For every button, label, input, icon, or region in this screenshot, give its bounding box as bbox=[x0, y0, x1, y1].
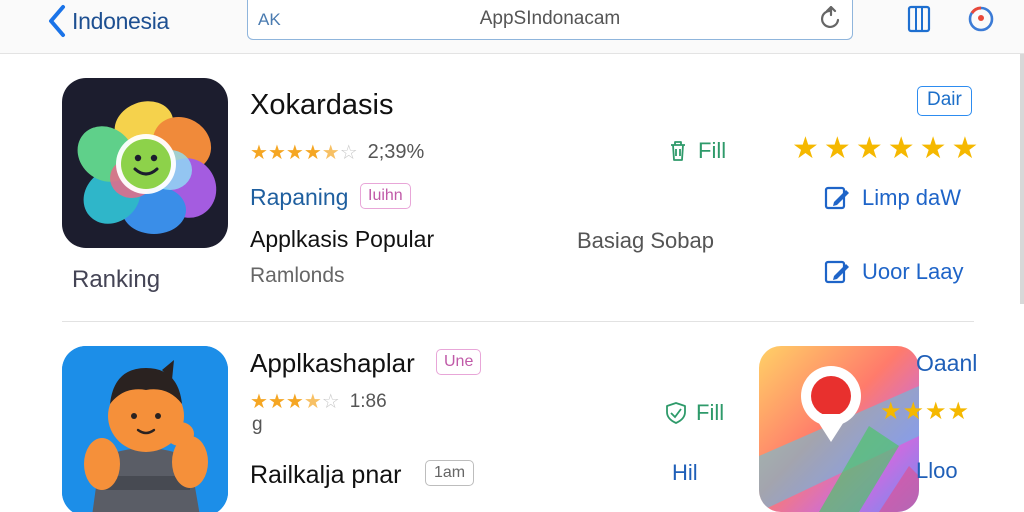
star-icon: ★ bbox=[947, 398, 970, 425]
fill-action-label: Fill bbox=[696, 400, 725, 425]
star-icon: ★ bbox=[887, 132, 915, 165]
chevron-left-icon bbox=[49, 5, 65, 37]
scrollbar[interactable] bbox=[1020, 54, 1024, 304]
link-uoor-label: Uoor Laay bbox=[862, 259, 964, 284]
shield-check-icon bbox=[666, 402, 686, 424]
app-title[interactable]: Applkashaplar bbox=[250, 348, 415, 379]
star-empty-icon: ☆ bbox=[321, 391, 340, 413]
star-empty-icon: ☆ bbox=[339, 141, 358, 164]
star-rating: ★ ★ ★ ★ ★ ☆ 2;39% bbox=[250, 141, 424, 164]
back-button[interactable]: Indonesia bbox=[46, 2, 169, 40]
star-icon: ★ bbox=[303, 141, 322, 164]
app-icon-applkashaplar[interactable] bbox=[62, 346, 228, 512]
trash-icon bbox=[671, 141, 685, 161]
ranking-label: Ranking bbox=[72, 266, 161, 293]
size-tag: 1am bbox=[425, 460, 475, 486]
section-divider bbox=[62, 321, 974, 322]
big-star-rating: ★ ★ ★ ★ ★ ★ bbox=[792, 134, 978, 164]
app-icon-maps[interactable] bbox=[759, 346, 919, 512]
account-icon[interactable] bbox=[966, 4, 996, 34]
edit-icon bbox=[824, 260, 849, 284]
star-icon: ★ bbox=[925, 398, 947, 425]
fill-action[interactable]: Fill bbox=[664, 400, 724, 426]
back-label: Indonesia bbox=[72, 7, 170, 34]
star-icon: ★ bbox=[250, 391, 268, 413]
get-button[interactable]: Dair bbox=[917, 86, 972, 116]
star-icon: ★ bbox=[902, 398, 925, 425]
right-title[interactable]: Oaanl bbox=[916, 350, 977, 377]
star-icon: ★ bbox=[951, 132, 979, 165]
star-half-icon: ★ bbox=[303, 391, 322, 413]
rating-value: 1:86 bbox=[349, 391, 387, 412]
star-icon: ★ bbox=[880, 398, 902, 425]
category-tag: Iuihn bbox=[360, 183, 411, 209]
hil-action-label: Hil bbox=[672, 460, 698, 485]
category-label: Rapaning bbox=[250, 184, 349, 210]
reload-icon[interactable] bbox=[818, 6, 844, 32]
url-text: AppSIndonacam bbox=[479, 8, 621, 29]
top-bar: Indonesia AK AppSIndonacam bbox=[0, 0, 1024, 54]
app-title[interactable]: Xokardasis bbox=[250, 89, 393, 122]
rating-value: 2;39% bbox=[367, 141, 425, 163]
link-uoor[interactable]: Uoor Laay bbox=[824, 259, 964, 285]
star-icon: ★ bbox=[267, 391, 286, 413]
star-icon: ★ bbox=[250, 141, 268, 164]
star-icon: ★ bbox=[792, 132, 819, 165]
right-label: Lloo bbox=[916, 458, 958, 483]
app-icon-xokardasis[interactable] bbox=[62, 78, 228, 248]
address-bar[interactable]: AK AppSIndonacam bbox=[247, 0, 853, 40]
character-logo-icon bbox=[62, 346, 228, 512]
tabs-icon[interactable] bbox=[904, 4, 934, 34]
right-star-rating: ★ ★ ★ ★ bbox=[880, 400, 969, 424]
rating-subtext: g bbox=[252, 414, 263, 435]
category-tag: Une bbox=[436, 349, 482, 375]
map-pin-logo-icon bbox=[759, 346, 919, 512]
link-limp-label: Limp daW bbox=[862, 185, 962, 210]
star-icon: ★ bbox=[285, 391, 304, 413]
star-icon: ★ bbox=[823, 132, 851, 165]
pinwheel-logo-icon bbox=[77, 101, 217, 234]
edit-icon bbox=[824, 186, 849, 210]
app-subtitle: Applkasis Popular bbox=[250, 226, 435, 252]
hil-action[interactable]: Hil bbox=[664, 460, 698, 486]
fill-action[interactable]: Fill bbox=[666, 138, 726, 164]
star-half-icon: ★ bbox=[321, 141, 340, 164]
app-meta: Ramlonds bbox=[250, 264, 345, 287]
star-icon: ★ bbox=[919, 132, 947, 165]
star-icon: ★ bbox=[285, 141, 304, 164]
link-limp[interactable]: Limp daW bbox=[824, 185, 961, 211]
star-icon: ★ bbox=[267, 141, 286, 164]
star-rating: ★ ★ ★ ★ ☆ 1:86 bbox=[250, 391, 387, 413]
fill-action-label: Fill bbox=[698, 138, 727, 163]
mid-text: Basiag Sobap bbox=[577, 228, 714, 253]
app-subtitle: Railkalja pnar bbox=[250, 461, 402, 489]
star-icon: ★ bbox=[855, 132, 883, 165]
